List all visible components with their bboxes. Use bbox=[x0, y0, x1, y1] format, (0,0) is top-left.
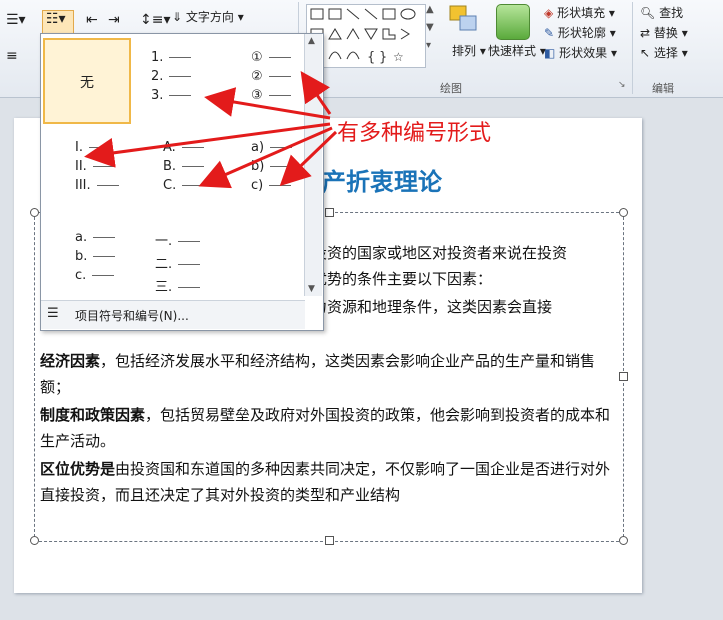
resize-handle[interactable] bbox=[619, 208, 628, 217]
paragraph-location: 区位优势是由投资国和东道国的多种因素共同决定，不仅影响了一国企业是否进行对外直接… bbox=[40, 460, 611, 504]
numbering-option-chinese[interactable]: 一. 二. 三. bbox=[155, 230, 201, 295]
shape-outline-button[interactable]: ✎ 形状轮廓 ▾ bbox=[544, 24, 616, 41]
paragraph-policy: 制度和政策因素，包括贸易壁垒及政府对外国投资的政策，他会影响到投资者的成本和生产… bbox=[40, 406, 611, 450]
align-left-icon[interactable]: ≡ bbox=[6, 48, 18, 64]
resize-handle[interactable] bbox=[325, 536, 334, 545]
resize-handle[interactable] bbox=[325, 208, 334, 217]
numbering-option-arabic[interactable]: 1. 2. 3. bbox=[151, 50, 192, 103]
text-direction-icon: ⇓ bbox=[172, 10, 183, 24]
group-separator bbox=[632, 2, 633, 94]
numbering-option-roman[interactable]: I. II. III. bbox=[75, 140, 119, 193]
svg-text:{: { bbox=[367, 50, 375, 65]
numbering-button[interactable]: ☷▾ bbox=[42, 10, 74, 34]
text-line: 投资的国家或地区对投资者来说在投资 bbox=[312, 244, 568, 262]
quick-styles-button[interactable]: 快速样式 ▾ bbox=[488, 42, 546, 59]
resize-handle[interactable] bbox=[30, 208, 39, 217]
none-label: 无 bbox=[80, 75, 94, 91]
shapes-scroll-down-icon[interactable]: ▼ bbox=[426, 22, 434, 33]
numbering-option-lower-alpha-paren[interactable]: a) b) c) bbox=[251, 140, 293, 193]
replace-icon: ⇄ bbox=[640, 26, 651, 40]
shapes-more-icon[interactable]: ▾ bbox=[426, 40, 431, 51]
dialog-launcher-icon[interactable]: ↘ bbox=[618, 80, 626, 90]
paragraph-economic: 经济因素，包括经济发展水平和经济结构，这类因素会影响企业产品的生产量和销售额； bbox=[40, 352, 596, 396]
text-line: 力资源和地理条件，这类因素会直接 bbox=[312, 298, 553, 316]
svg-text:}: } bbox=[379, 50, 387, 65]
paint-bucket-icon: ◈ bbox=[544, 6, 554, 20]
svg-text:☆: ☆ bbox=[393, 50, 404, 64]
shape-effects-button[interactable]: ◧ 形状效果 ▾ bbox=[544, 44, 617, 61]
scroll-down-icon[interactable]: ▼ bbox=[308, 284, 315, 294]
numbering-option-lower-alpha[interactable]: a. b. c. bbox=[75, 230, 116, 283]
select-button[interactable]: ↖ 选择 ▾ bbox=[640, 44, 688, 61]
shapes-gallery[interactable]: { } ☆ bbox=[306, 4, 426, 68]
resize-handle[interactable] bbox=[619, 536, 628, 545]
shape-fill-button[interactable]: ◈ 形状填充 ▾ bbox=[544, 4, 615, 21]
find-button[interactable]: 🔍︎ 查找 bbox=[640, 4, 683, 21]
resize-handle[interactable] bbox=[619, 372, 628, 381]
bullets-and-numbering-menu-item[interactable]: ☰ 项目符号和编号(N)... bbox=[41, 300, 305, 329]
pen-icon: ✎ bbox=[544, 26, 555, 40]
bullets-icon[interactable]: ☰▾ bbox=[6, 12, 26, 28]
shapes-icons: { } ☆ bbox=[310, 8, 416, 65]
numbering-none-option[interactable]: 无 bbox=[43, 38, 131, 124]
numbering-option-upper-alpha[interactable]: A. B. C. bbox=[163, 140, 205, 193]
scroll-up-icon[interactable]: ▲ bbox=[308, 36, 315, 46]
editing-group-label: 编辑 bbox=[652, 82, 674, 95]
drawing-group-label: 绘图 bbox=[440, 82, 462, 95]
text-line: 优势的条件主要以下因素： bbox=[312, 270, 493, 288]
binoculars-icon: 🔍︎ bbox=[640, 6, 656, 20]
line-spacing-icon[interactable]: ↕≡▾ bbox=[140, 12, 171, 28]
arrange-button[interactable]: 排列 ▾ bbox=[452, 42, 486, 59]
slide-title: 产折衷理论 bbox=[322, 167, 442, 196]
numbering-option-circled[interactable]: ① ② ③ bbox=[251, 50, 291, 103]
shapes-scroll-up-icon[interactable]: ▲ bbox=[426, 4, 434, 15]
replace-button[interactable]: ⇄ 替换 ▾ bbox=[640, 24, 688, 41]
increase-indent-icon[interactable]: ⇥ bbox=[108, 12, 120, 28]
arrange-icon bbox=[448, 4, 482, 40]
resize-handle[interactable] bbox=[30, 536, 39, 545]
list-icon: ☰ bbox=[47, 306, 59, 321]
gallery-scrollbar[interactable]: ▲ ▼ bbox=[304, 34, 322, 296]
text-direction-button[interactable]: ⇓ 文字方向 ▾ bbox=[172, 8, 244, 25]
annotation-text: 有多种编号形式 bbox=[337, 121, 492, 146]
numbering-gallery: 无 1. 2. 3. ① ② ③ I. II. III. A. B. C. a)… bbox=[40, 33, 324, 331]
effects-icon: ◧ bbox=[544, 46, 556, 60]
decrease-indent-icon[interactable]: ⇤ bbox=[86, 12, 98, 28]
quick-styles-icon bbox=[496, 4, 530, 40]
cursor-icon: ↖ bbox=[640, 46, 651, 60]
